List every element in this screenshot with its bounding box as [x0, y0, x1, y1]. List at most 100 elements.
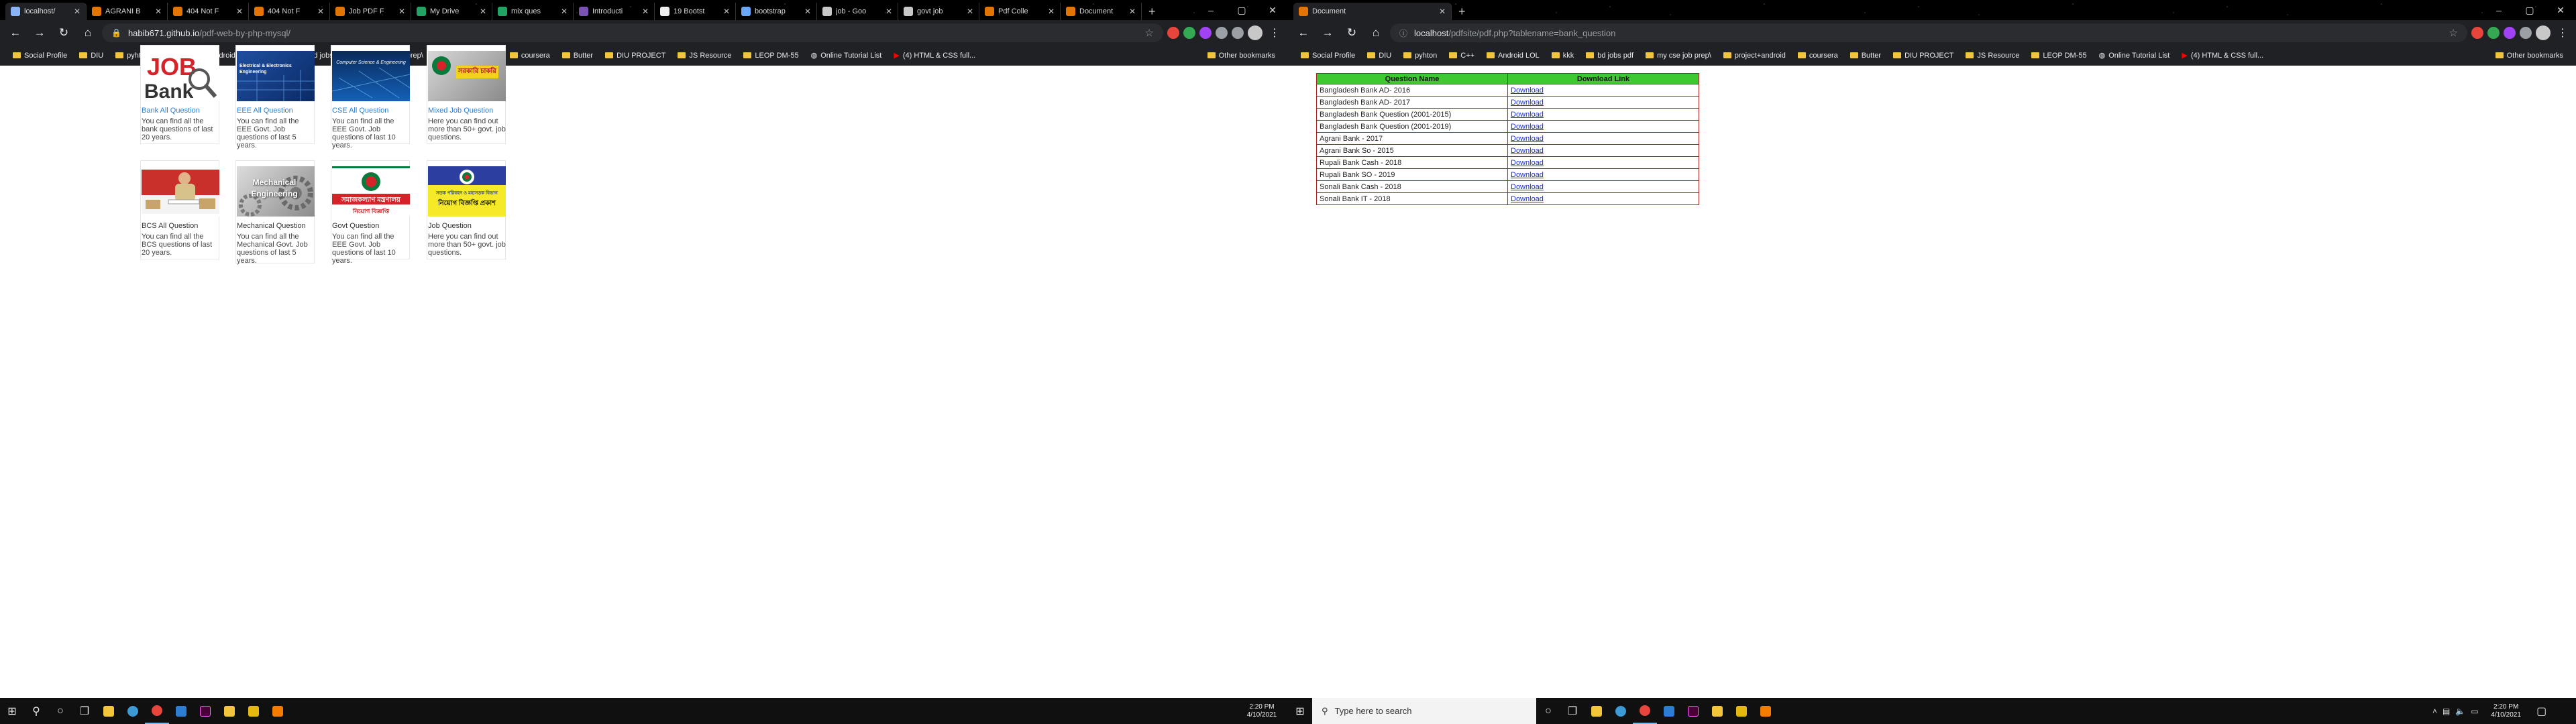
card-thumbnail[interactable]: সড়ক পরিবহন ও মহাসড়ক বিভাগ নিয়োগ বিজ্ঞ… — [428, 166, 506, 217]
download-link[interactable]: Download — [1511, 183, 1544, 191]
card-thumbnail[interactable] — [142, 166, 219, 217]
tab-close-icon[interactable]: ✕ — [804, 7, 811, 16]
browser-tab[interactable]: My Drive ✕ — [411, 3, 492, 20]
back-arrow-icon[interactable]: ← — [1293, 23, 1313, 43]
extension-purple-icon[interactable] — [2504, 27, 2516, 39]
bookmark-item[interactable]: DIU — [1361, 48, 1397, 64]
extension-green-icon[interactable] — [1183, 27, 1195, 39]
notes-icon[interactable] — [217, 698, 241, 724]
tab-close-icon[interactable]: ✕ — [317, 7, 324, 16]
browser-tab[interactable]: bootstrap ✕ — [736, 3, 817, 20]
bookmark-item[interactable]: Social Profile — [1295, 48, 1361, 64]
bookmark-item[interactable]: JS Resource — [672, 48, 737, 64]
browser-tab[interactable]: 404 Not F ✕ — [168, 3, 249, 20]
extension-red-icon[interactable] — [1167, 27, 1179, 39]
bookmark-other[interactable]: Other bookmarks — [2489, 48, 2569, 64]
tab-close-icon[interactable]: ✕ — [967, 7, 973, 16]
new-tab-plus-icon[interactable]: + — [1142, 3, 1163, 20]
question-card[interactable]: Electrical & Electronics Engineering EEE … — [235, 45, 315, 149]
question-card[interactable]: সড়ক পরিবহন ও মহাসড়ক বিভাগ নিয়োগ বিজ্ঞ… — [427, 160, 506, 259]
bookmark-item[interactable]: my cse job prep\ — [1640, 48, 1717, 64]
bookmark-item[interactable]: LEOP DM-55 — [737, 48, 804, 64]
bookmark-item[interactable]: coursera — [1792, 48, 1844, 64]
bookmark-item[interactable]: C++ — [1443, 48, 1481, 64]
download-link[interactable]: Download — [1511, 99, 1544, 107]
card-title-link[interactable]: Mixed Job Question — [428, 107, 493, 115]
maximize-icon[interactable]: ▢ — [1226, 0, 1257, 20]
bookmark-item[interactable]: JS Resource — [1960, 48, 2025, 64]
download-link[interactable]: Download — [1511, 86, 1544, 95]
cortana-icon[interactable]: ○ — [1536, 698, 1560, 724]
question-card[interactable]: Mechanical Engineering Mechanical Questio… — [235, 160, 315, 265]
taskbar-clock-left[interactable]: 2:20 PM 4/10/2021 — [1238, 698, 1285, 724]
maximize-icon[interactable]: ▢ — [2514, 0, 2545, 20]
bookmark-star-icon[interactable]: ☆ — [2449, 27, 2458, 39]
forward-arrow-icon[interactable]: → — [30, 23, 50, 43]
download-link[interactable]: Download — [1511, 123, 1544, 131]
bookmark-item[interactable]: DIU PROJECT — [1887, 48, 1960, 64]
question-card[interactable]: JOB Bank Bank All Question You can find a… — [140, 45, 219, 144]
browser-tab[interactable]: 404 Not F ✕ — [249, 3, 330, 20]
download-link[interactable]: Download — [1511, 135, 1544, 143]
task-view-icon[interactable]: ❐ — [72, 698, 97, 724]
minimize-icon[interactable]: – — [2483, 0, 2514, 20]
bookmark-item[interactable]: pyhton — [1397, 48, 1443, 64]
card-thumbnail[interactable]: Computer Science & Engineering — [332, 51, 410, 101]
chrome-icon[interactable] — [145, 698, 169, 724]
tab-close-icon[interactable]: ✕ — [1439, 7, 1446, 16]
bookmark-item[interactable]: Butter — [556, 48, 599, 64]
bookmark-item[interactable]: ◍ Online Tutorial List — [805, 48, 888, 64]
avatar[interactable] — [1248, 25, 1263, 40]
minimize-icon[interactable]: – — [1195, 0, 1226, 20]
close-icon[interactable]: ✕ — [2545, 0, 2576, 20]
bookmark-item[interactable]: LEOP DM-55 — [2025, 48, 2092, 64]
download-link[interactable]: Download — [1511, 195, 1544, 203]
notes-icon[interactable] — [1705, 698, 1729, 724]
avatar[interactable] — [2536, 25, 2551, 40]
cortana-icon[interactable]: ○ — [48, 698, 72, 724]
kebab-menu-icon[interactable]: ⋮ — [2555, 26, 2571, 40]
battery-icon[interactable]: ▭ — [2471, 707, 2478, 716]
tab-close-icon[interactable]: ✕ — [398, 7, 405, 16]
question-card[interactable]: Computer Science & Engineering CSE All Qu… — [331, 45, 410, 149]
task-view-icon[interactable]: ❐ — [1560, 698, 1585, 724]
kebab-menu-icon[interactable]: ⋮ — [1267, 26, 1283, 40]
home-icon[interactable]: ⌂ — [78, 23, 98, 43]
file-explorer-icon[interactable] — [97, 698, 121, 724]
tab-close-icon[interactable]: ✕ — [155, 7, 162, 16]
puzzle-icon[interactable] — [1232, 27, 1244, 39]
extension-green-icon[interactable] — [2487, 27, 2500, 39]
chrome-icon[interactable] — [1633, 698, 1657, 724]
tab-close-icon[interactable]: ✕ — [885, 7, 892, 16]
bookmark-item[interactable]: Android LOL — [1481, 48, 1546, 64]
vscode-icon[interactable] — [169, 698, 193, 724]
tab-close-icon[interactable]: ✕ — [561, 7, 568, 16]
bookmark-item[interactable]: DIU PROJECT — [599, 48, 672, 64]
extension-purple-icon[interactable] — [1199, 27, 1212, 39]
question-card[interactable]: সমাজকল্যাণ মন্ত্রণালয় নিয়োগ বিজ্ঞপ্তি G… — [331, 160, 410, 265]
bookmark-item[interactable]: Social Profile — [7, 48, 73, 64]
sticky-notes-icon[interactable] — [241, 698, 266, 724]
browser-tab[interactable]: AGRANI B ✕ — [87, 3, 168, 20]
xampp-icon[interactable] — [266, 698, 290, 724]
edge-icon[interactable] — [121, 698, 145, 724]
chevron-up-icon[interactable]: ˄ — [2432, 707, 2437, 716]
search-icon[interactable]: ⚲ — [24, 698, 48, 724]
browser-tab[interactable]: Pdf Colle ✕ — [979, 3, 1061, 20]
edge-icon[interactable] — [1609, 698, 1633, 724]
close-icon[interactable]: ✕ — [1257, 0, 1288, 20]
card-thumbnail[interactable]: Electrical & Electronics Engineering — [237, 51, 315, 101]
extension-gray-icon[interactable] — [1216, 27, 1228, 39]
bookmark-item[interactable]: kkk — [1546, 48, 1580, 64]
network-icon[interactable]: ▤ — [2443, 707, 2450, 716]
download-link[interactable]: Download — [1511, 159, 1544, 167]
windows-start-icon[interactable]: ⊞ — [0, 698, 24, 724]
taskbar-search[interactable]: ⚲ Type here to search — [1312, 698, 1536, 724]
address-bar[interactable]: 🔒 habib671.github.io/pdf-web-by-php-mysq… — [102, 23, 1163, 42]
card-title-link[interactable]: Mechanical Question — [237, 222, 306, 230]
home-icon[interactable]: ⌂ — [1366, 23, 1386, 43]
bookmark-item[interactable]: bd jobs pdf — [1580, 48, 1640, 64]
question-card[interactable]: সরকারি চাকরি Mixed Job Question Here you c… — [427, 45, 506, 144]
card-thumbnail[interactable]: JOB Bank — [142, 51, 219, 101]
tab-close-icon[interactable]: ✕ — [642, 7, 649, 16]
